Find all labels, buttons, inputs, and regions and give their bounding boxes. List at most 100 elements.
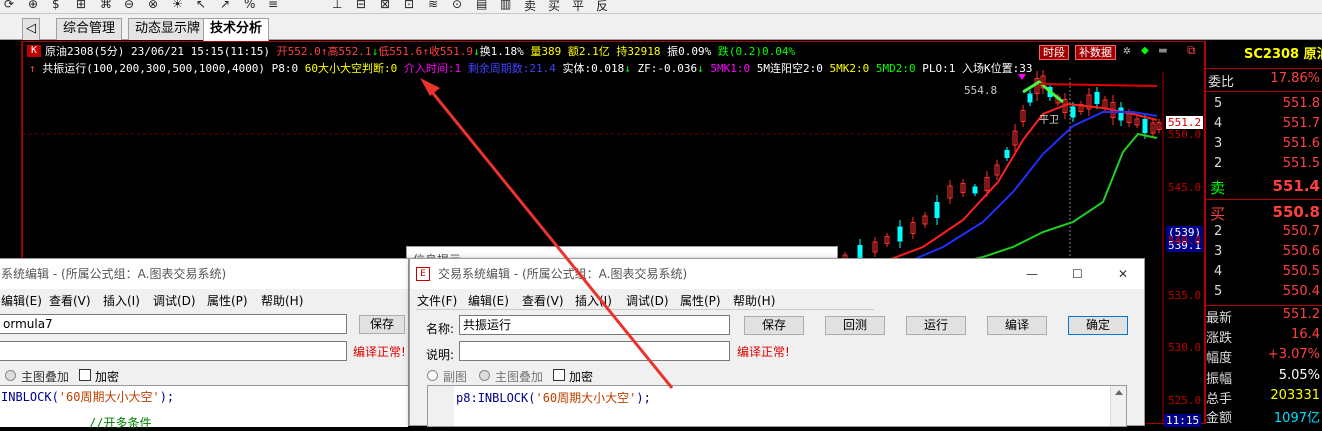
weibi-label: 委比 bbox=[1208, 75, 1235, 90]
toolbar-icon[interactable]: 卖 bbox=[524, 0, 536, 13]
toolbar-icon[interactable]: ⊟ bbox=[356, 0, 366, 11]
stat-label: 涨跌 bbox=[1206, 331, 1233, 346]
name-label: 名称: bbox=[426, 322, 455, 336]
bid-level: 3 bbox=[1214, 244, 1223, 259]
toolbar-icon[interactable]: ☀ bbox=[172, 0, 183, 11]
tab-technical-analysis[interactable]: 技术分析 bbox=[203, 18, 270, 41]
toolbar-icon[interactable]: 平 bbox=[572, 0, 584, 13]
bid-level: 4 bbox=[1214, 264, 1223, 279]
toolbar-icon[interactable]: ⟳ bbox=[4, 0, 14, 11]
toolbar-icon[interactable]: ⊕ bbox=[28, 0, 38, 11]
backtest-button[interactable]: 回测 bbox=[825, 316, 885, 335]
toolbar-icon[interactable]: ⌘ bbox=[100, 0, 112, 11]
toolbar-icon[interactable]: 反 bbox=[596, 0, 608, 13]
system-name-input[interactable]: 共振运行 bbox=[459, 315, 730, 335]
editor-title: 交易系统编辑 - (所属公式组：A.图表交易系统) bbox=[438, 267, 688, 281]
candle-body bbox=[857, 245, 863, 259]
menu-edit[interactable]: 编辑(E) bbox=[468, 292, 509, 309]
stat-label: 总手 bbox=[1206, 392, 1233, 407]
description-input[interactable] bbox=[459, 341, 730, 361]
ok-button[interactable]: 确定 bbox=[1068, 316, 1128, 335]
menu-view[interactable]: 查看(V) bbox=[49, 292, 91, 309]
indicator-header-segment: 共振运行(100,200,300,500,1000,4000) bbox=[35, 62, 266, 75]
toolbar-icon[interactable]: ▥ bbox=[500, 0, 511, 11]
menu-insert[interactable]: 插入(I) bbox=[575, 292, 612, 309]
k-line-icon[interactable]: K bbox=[27, 45, 41, 57]
encrypt-checkbox[interactable] bbox=[79, 369, 91, 381]
overlay-text: 平卫 bbox=[1039, 115, 1059, 126]
toolbar-icon[interactable]: ⊖ bbox=[124, 0, 134, 11]
menu-file[interactable]: 文件(F) bbox=[417, 292, 457, 309]
restore-icon[interactable]: ⧉ bbox=[1187, 44, 1196, 57]
save-button[interactable]: 保存 bbox=[744, 316, 804, 335]
main-overlay-radio[interactable] bbox=[479, 370, 490, 381]
menu-help[interactable]: 帮助(H) bbox=[261, 292, 303, 309]
axis-label: 535.0 bbox=[1168, 289, 1202, 302]
toolbar-icon[interactable]: ↖ bbox=[196, 0, 206, 11]
save-button[interactable]: 保存 bbox=[359, 315, 405, 334]
gear-icon[interactable]: ✲ bbox=[1123, 44, 1131, 57]
fill-data-button[interactable]: 补数据 bbox=[1075, 45, 1116, 60]
toolbar-icon[interactable]: ⊙ bbox=[452, 0, 462, 11]
code-editor[interactable]: p8:INBLOCK('60周期大小大空'); bbox=[427, 385, 1127, 427]
toolbar-icon[interactable]: % bbox=[244, 0, 255, 11]
menu-insert[interactable]: 插入(I) bbox=[103, 292, 140, 309]
toolbar-icon[interactable]: ↗ bbox=[220, 0, 230, 11]
code-scrollbar[interactable] bbox=[1110, 386, 1126, 426]
scroll-up-icon[interactable] bbox=[1115, 390, 1123, 395]
toolbar-icon[interactable]: ⊠ bbox=[380, 0, 390, 11]
candle-body bbox=[1094, 92, 1100, 104]
candle-body bbox=[1142, 119, 1148, 133]
toolbar-icon[interactable]: ≡ bbox=[268, 0, 278, 11]
maximize-icon[interactable]: ☐ bbox=[1072, 259, 1083, 289]
collapse-tabs-button[interactable]: ◁ bbox=[22, 18, 40, 40]
diamond-icon[interactable]: ◆ bbox=[1141, 44, 1149, 57]
menu-debug[interactable]: 调试(D) bbox=[153, 292, 196, 309]
menu-properties[interactable]: 属性(P) bbox=[207, 292, 248, 309]
period-button[interactable]: 时段 bbox=[1039, 45, 1069, 60]
quote-header-segment: 高552.1 bbox=[327, 45, 372, 58]
back-editor-title: 系统编辑 - (所属公式组：A.图表交易系统) bbox=[0, 259, 408, 289]
close-icon[interactable]: ✕ bbox=[1118, 259, 1128, 289]
toolbar-icon[interactable]: ⊗ bbox=[148, 0, 158, 11]
menu-edit[interactable]: 编辑(E) bbox=[1, 292, 42, 309]
menu-view[interactable]: 查看(V) bbox=[522, 292, 564, 309]
candle-body bbox=[897, 226, 903, 242]
toolbar-icon[interactable]: ⊡ bbox=[404, 0, 414, 11]
menu-help[interactable]: 帮助(H) bbox=[733, 292, 775, 309]
quote-title: SC2308 原油 bbox=[1206, 41, 1322, 69]
code-editor[interactable]: INBLOCK('60周期大小大空'); //开多条件 bbox=[0, 385, 408, 430]
buy-label: 买 bbox=[1210, 205, 1226, 223]
tab-comprehensive[interactable]: 综合管理 bbox=[56, 18, 123, 40]
stat-label: 最新 bbox=[1206, 311, 1233, 326]
toolbar-icon[interactable]: ▤ bbox=[476, 0, 487, 11]
minimize-icon[interactable]: — bbox=[1026, 259, 1038, 289]
candle-body bbox=[1118, 107, 1124, 121]
ask-level: 4 bbox=[1214, 116, 1223, 131]
axis-label: 545.0 bbox=[1168, 181, 1202, 194]
indicator-header-segment: 5M连阳空2:0 bbox=[750, 62, 823, 75]
tab-dynamic-board[interactable]: 动态显示牌 bbox=[128, 18, 208, 40]
tab-bar: ◁ 综合管理 动态显示牌 技术分析 bbox=[0, 14, 1322, 41]
menu-properties[interactable]: 属性(P) bbox=[680, 292, 721, 309]
minus-icon[interactable]: ▬ bbox=[1159, 44, 1167, 57]
menu-debug[interactable]: 调试(D) bbox=[626, 292, 669, 309]
ask-price: 551.8 bbox=[1282, 96, 1320, 111]
toolbar-icon[interactable]: ⊥ bbox=[332, 0, 342, 11]
main-overlay-radio[interactable] bbox=[5, 370, 16, 381]
toolbar-icon[interactable]: 买 bbox=[548, 0, 560, 13]
toolbar-icon[interactable]: $ bbox=[52, 0, 60, 11]
subchart-label: 副图 bbox=[443, 370, 468, 384]
indicator-header-segment: 60大小大空判断:0 bbox=[298, 62, 398, 75]
resistance-line bbox=[1038, 83, 1158, 87]
description-input[interactable] bbox=[0, 341, 347, 361]
indicator-header-segment: ↓ bbox=[697, 62, 704, 75]
toolbar-icon[interactable]: ⊞ bbox=[76, 0, 86, 11]
subchart-radio[interactable] bbox=[427, 370, 438, 381]
toolbar-icon[interactable]: ≋ bbox=[428, 0, 438, 11]
encrypt-checkbox[interactable] bbox=[553, 369, 565, 381]
formula-name-input[interactable]: ormula7 bbox=[0, 314, 347, 334]
compile-status: 编译正常! bbox=[737, 345, 790, 359]
compile-button[interactable]: 编译 bbox=[987, 316, 1047, 335]
run-button[interactable]: 运行 bbox=[906, 316, 966, 335]
